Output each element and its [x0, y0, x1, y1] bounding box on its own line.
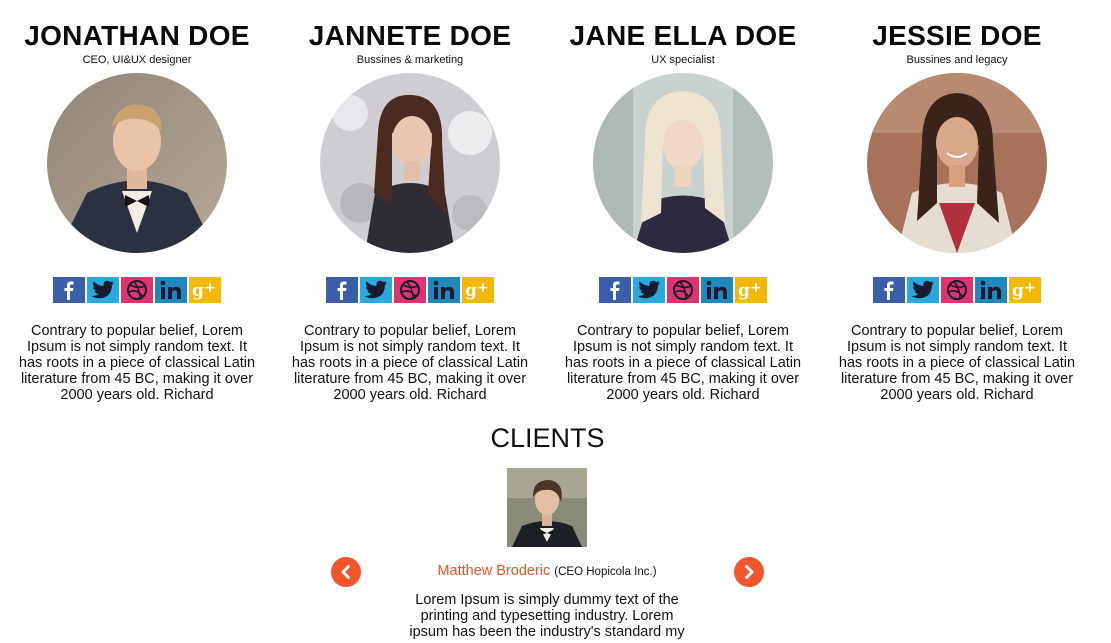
chevron-right-icon: [745, 565, 754, 579]
member-bio: Contrary to popular belief, Lorem Ipsum …: [18, 323, 256, 403]
member-photo: [867, 73, 1047, 253]
facebook-icon[interactable]: [326, 277, 358, 303]
dribbble-icon[interactable]: [667, 277, 699, 303]
twitter-icon[interactable]: [87, 277, 119, 303]
member-role: CEO, UI&UX designer: [82, 54, 192, 66]
google-plus-icon[interactable]: g +: [1009, 277, 1041, 303]
previous-client-button[interactable]: [331, 557, 361, 587]
social-links: g +: [51, 277, 223, 303]
member-bio: Contrary to popular belief, Lorem Ipsum …: [564, 323, 802, 403]
twitter-icon[interactable]: [633, 277, 665, 303]
client-photo: [507, 468, 587, 547]
member-role: Bussines and legacy: [906, 54, 1008, 66]
next-client-button[interactable]: [734, 557, 764, 587]
client-info: Matthew Broderic (CEO Hopicola Inc.): [380, 562, 714, 581]
svg-text:g: g: [465, 281, 477, 301]
member-bio: Contrary to popular belief, Lorem Ipsum …: [838, 323, 1076, 403]
team-member-card: JANNETE DOE Bussines & marketing g + Cont…: [290, 18, 530, 403]
social-links: g +: [871, 277, 1043, 303]
chevron-left-icon: [341, 565, 350, 579]
svg-text:g: g: [192, 281, 204, 301]
social-links: g +: [597, 277, 769, 303]
member-role: Bussines & marketing: [356, 54, 464, 66]
facebook-icon[interactable]: [873, 277, 905, 303]
facebook-icon[interactable]: [599, 277, 631, 303]
dribbble-icon[interactable]: [394, 277, 426, 303]
linkedin-icon[interactable]: [701, 277, 733, 303]
member-role: UX specialist: [651, 54, 715, 66]
member-photo: [47, 73, 227, 253]
linkedin-icon[interactable]: [428, 277, 460, 303]
member-photo: [320, 73, 500, 253]
google-plus-icon[interactable]: g +: [735, 277, 767, 303]
dribbble-icon[interactable]: [121, 277, 153, 303]
member-name: JESSIE DOE: [872, 20, 1042, 51]
svg-text:g: g: [738, 281, 750, 301]
client-name: Matthew Broderic: [437, 563, 551, 579]
team-member-card: JESSIE DOE Bussines and legacy g + Contra…: [837, 18, 1077, 403]
team-section: JONATHAN DOE CEO, UI&UX designer g + Con…: [0, 0, 1111, 420]
dribbble-icon[interactable]: [941, 277, 973, 303]
team-member-card: JANE ELLA DOE UX specialist g + Contrary …: [563, 18, 803, 403]
member-name: JANE ELLA DOE: [569, 20, 797, 51]
facebook-icon[interactable]: [53, 277, 85, 303]
google-plus-icon[interactable]: g +: [462, 277, 494, 303]
svg-text:+: +: [477, 280, 489, 296]
member-name: JANNETE DOE: [308, 20, 512, 51]
client-role: (CEO Hopicola Inc.): [554, 566, 657, 578]
svg-text:+: +: [750, 280, 762, 296]
social-links: g +: [324, 277, 496, 303]
member-name: JONATHAN DOE: [24, 20, 250, 51]
client-testimonial: Lorem Ipsum is simply dummy text of the …: [409, 592, 685, 640]
twitter-icon[interactable]: [907, 277, 939, 303]
member-photo: [593, 73, 773, 253]
svg-text:g: g: [1012, 281, 1024, 301]
linkedin-icon[interactable]: [975, 277, 1007, 303]
linkedin-icon[interactable]: [155, 277, 187, 303]
team-member-card: JONATHAN DOE CEO, UI&UX designer g + Con…: [17, 18, 257, 403]
twitter-icon[interactable]: [360, 277, 392, 303]
clients-title: CLIENTS: [490, 423, 605, 453]
svg-text:+: +: [1024, 280, 1036, 296]
google-plus-icon[interactable]: g +: [189, 277, 221, 303]
member-bio: Contrary to popular belief, Lorem Ipsum …: [291, 323, 529, 403]
svg-text:+: +: [204, 280, 216, 296]
